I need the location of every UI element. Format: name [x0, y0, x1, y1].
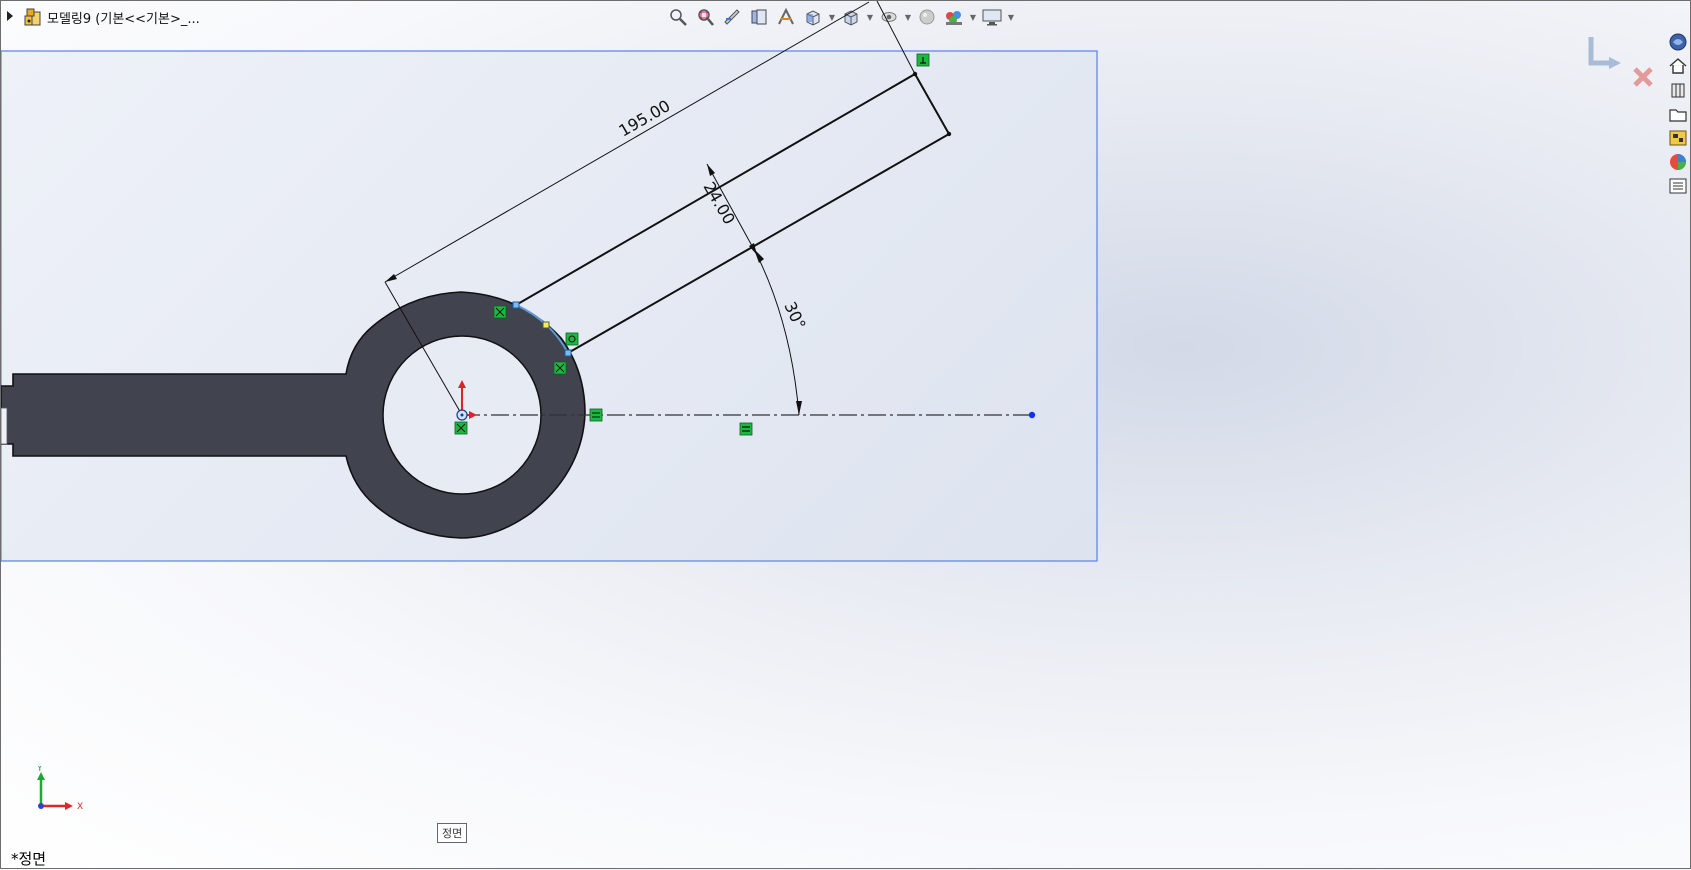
- home-icon[interactable]: [1666, 55, 1690, 77]
- view-name-label: *정면: [11, 850, 47, 868]
- part-end-tab: [1, 407, 8, 445]
- exit-sketch-icon[interactable]: [1588, 37, 1621, 69]
- appearances-icon[interactable]: [1666, 151, 1690, 173]
- triad-x-label: X: [77, 802, 83, 812]
- relation-coincident-icon[interactable]: [493, 305, 507, 319]
- design-library-icon[interactable]: [1666, 79, 1690, 101]
- sketch-point[interactable]: [564, 349, 572, 357]
- relation-perpendicular-icon[interactable]: [916, 53, 930, 67]
- confirmation-corner: [1581, 31, 1661, 101]
- relation-horizontal-icon[interactable]: [739, 422, 753, 436]
- relation-coincident-icon[interactable]: [553, 361, 567, 375]
- dimension-length-text[interactable]: 195.00: [616, 96, 674, 140]
- reference-triad: Y X: [36, 766, 83, 812]
- arm-lower-line[interactable]: [567, 133, 950, 354]
- arm-endpoint[interactable]: [946, 131, 952, 137]
- dimension-arrow: [796, 401, 802, 415]
- sketch-point-selected[interactable]: [542, 321, 550, 329]
- arm-end-line[interactable]: [914, 73, 950, 135]
- triad-x-arrow: [65, 802, 73, 810]
- dimension-angle-text[interactable]: 30°: [780, 299, 809, 333]
- dimension-width-text[interactable]: 24.00: [700, 179, 739, 228]
- relation-tangent-icon[interactable]: [565, 332, 579, 346]
- task-pane-tabs: [1666, 31, 1691, 197]
- cancel-sketch-icon[interactable]: [1633, 67, 1653, 87]
- solidworks-resources-icon[interactable]: [1666, 31, 1690, 53]
- triad-origin: [38, 803, 44, 809]
- extension-line: [876, 1, 916, 75]
- sketch-canvas[interactable]: 195.00 24.00 30°: [1, 1, 1691, 870]
- dimension-arrow: [707, 164, 715, 176]
- view-palette-icon[interactable]: [1666, 127, 1690, 149]
- relation-fixed-icon[interactable]: [454, 421, 468, 435]
- view-tooltip: 정면: [437, 823, 468, 843]
- custom-properties-icon[interactable]: [1666, 175, 1690, 197]
- graphics-area[interactable]: 모델링9 (기본<<기본>_... ▼ ▼ ▼ ▼ ▼ 195.00 24.00…: [0, 0, 1691, 869]
- relation-horizontal-icon[interactable]: [589, 408, 603, 422]
- dimension-arrow: [754, 249, 764, 263]
- file-explorer-icon[interactable]: [1666, 103, 1690, 125]
- centerline-endpoint[interactable]: [1028, 411, 1036, 419]
- sketch-point[interactable]: [512, 301, 520, 309]
- triad-y-label: Y: [36, 766, 43, 774]
- dimension-arrow: [385, 274, 397, 282]
